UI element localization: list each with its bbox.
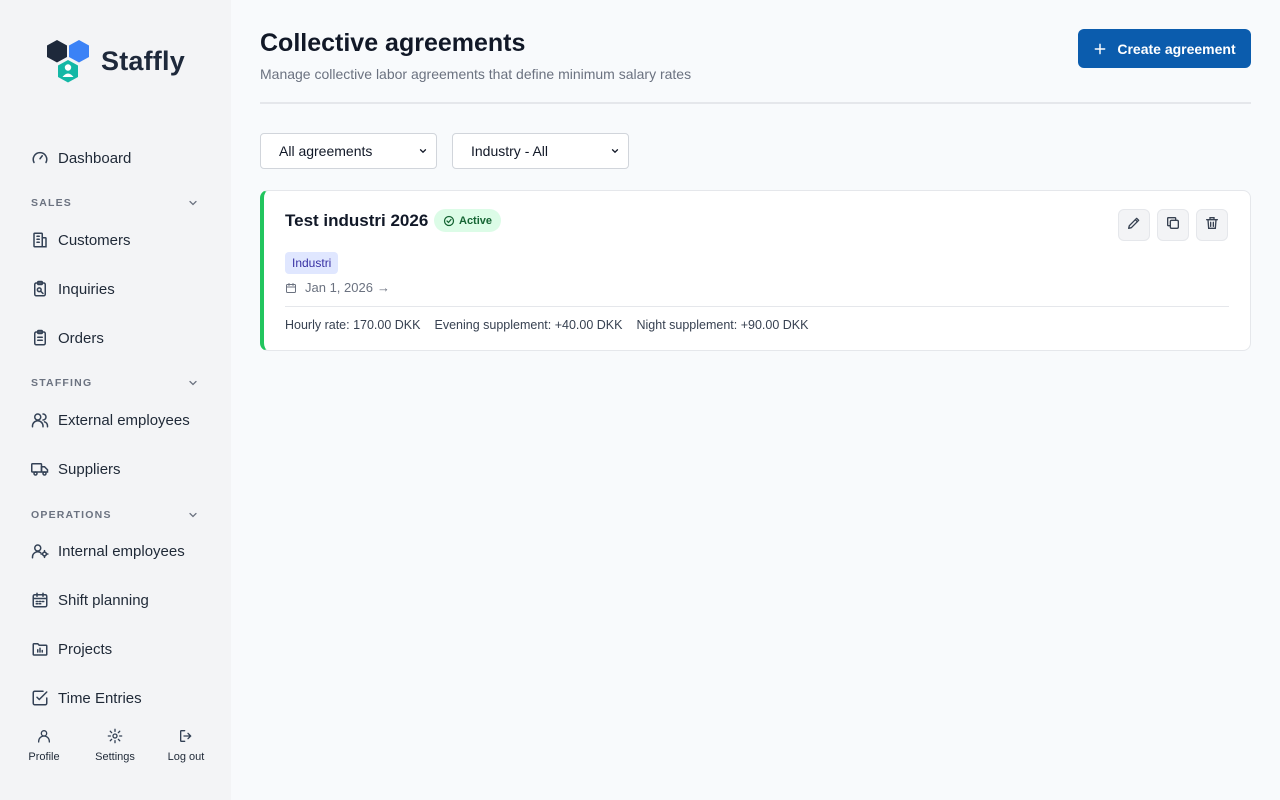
sidebar-item-orders[interactable]: Orders <box>31 326 104 350</box>
sidebar-item-label: Shift planning <box>58 591 149 609</box>
sidebar-item-projects[interactable]: Projects <box>31 637 112 661</box>
edit-button[interactable] <box>1118 209 1150 241</box>
calendar-icon <box>31 591 49 609</box>
section-sales-toggle[interactable]: SALES <box>31 195 199 211</box>
industry-filter-select[interactable]: Industry - All <box>452 133 629 169</box>
section-operations-toggle[interactable]: OPERATIONS <box>31 507 199 523</box>
industry-tag: Industri <box>285 252 339 274</box>
hexagon-logo-icon <box>47 40 89 83</box>
chevron-down-icon <box>187 509 199 521</box>
sidebar-item-shift-planning[interactable]: Shift planning <box>31 588 149 612</box>
user-cog-icon <box>31 542 49 560</box>
sidebar-item-dashboard[interactable]: Dashboard <box>31 146 131 170</box>
logout-icon <box>178 725 194 747</box>
check-square-icon <box>31 689 49 707</box>
card-divider <box>285 306 1229 307</box>
section-title: STAFFING <box>31 377 93 389</box>
sidebar-item-internal-employees[interactable]: Internal employees <box>31 539 185 563</box>
sidebar-item-label: Orders <box>58 329 104 347</box>
hourly-rate: Hourly rate: 170.00 DKK <box>285 318 421 332</box>
sidebar-item-time-entries[interactable]: Time Entries <box>31 686 142 710</box>
truck-icon <box>31 460 49 478</box>
agreement-card[interactable]: Test industri 2026 Active Industri Jan 1… <box>260 190 1251 351</box>
section-title: OPERATIONS <box>31 509 112 521</box>
sidebar-item-label: External employees <box>58 411 190 429</box>
section-staffing-toggle[interactable]: STAFFING <box>31 375 199 391</box>
settings-label: Settings <box>95 751 135 763</box>
chevron-down-icon <box>187 377 199 389</box>
building-icon <box>31 231 49 249</box>
gear-icon <box>107 725 123 747</box>
sidebar-item-label: Suppliers <box>58 460 121 478</box>
logout-label: Log out <box>167 751 205 763</box>
date-range: Jan 1, 2026 → <box>285 280 390 295</box>
chevron-down-icon <box>418 146 428 156</box>
create-agreement-button[interactable]: Create agreement <box>1078 29 1251 68</box>
clipboard-list-icon <box>31 329 49 347</box>
industry-filter-value: Industry - All <box>471 143 549 159</box>
page-title: Collective agreements <box>260 29 526 57</box>
profile-button[interactable]: Profile <box>9 725 79 763</box>
calendar-icon <box>285 282 297 294</box>
status-badge-label: Active <box>459 214 493 227</box>
user-icon <box>36 725 52 747</box>
rates-row: Hourly rate: 170.00 DKK Evening suppleme… <box>285 318 822 332</box>
sidebar: Staffly Dashboard SALES Customers Inquir… <box>0 0 231 800</box>
page-subtitle: Manage collective labor agreements that … <box>260 66 692 82</box>
copy-icon <box>1165 215 1181 236</box>
profile-label: Profile <box>28 751 60 763</box>
trash-icon <box>1204 215 1220 236</box>
app-logo[interactable]: Staffly <box>46 39 185 84</box>
plus-icon <box>1093 42 1107 56</box>
status-filter-value: All agreements <box>279 143 373 159</box>
arrow-right-icon: → <box>376 280 390 295</box>
sidebar-item-inquiries[interactable]: Inquiries <box>31 277 115 301</box>
agreement-name: Test industri 2026 <box>285 211 429 230</box>
sidebar-item-customers[interactable]: Customers <box>31 228 131 252</box>
pencil-icon <box>1126 215 1142 236</box>
evening-supplement: Evening supplement: +40.00 DKK <box>434 318 623 332</box>
logout-button[interactable]: Log out <box>151 725 221 763</box>
status-filter-select[interactable]: All agreements <box>260 133 437 169</box>
sidebar-bottom-actions: Profile Settings Log out <box>0 725 231 775</box>
brand-name: Staffly <box>101 45 185 76</box>
check-circle-icon <box>443 215 455 227</box>
delete-button[interactable] <box>1196 209 1228 241</box>
create-agreement-label: Create agreement <box>1117 40 1236 57</box>
main-content: Collective agreements Manage collective … <box>231 0 1280 800</box>
settings-button[interactable]: Settings <box>80 725 150 763</box>
sidebar-item-label: Time Entries <box>58 689 142 707</box>
sidebar-item-label: Inquiries <box>58 280 115 298</box>
gauge-icon <box>31 149 49 167</box>
status-badge: Active <box>434 209 502 232</box>
chevron-down-icon <box>610 146 620 156</box>
chevron-down-icon <box>187 197 199 209</box>
folder-chart-icon <box>31 640 49 658</box>
sidebar-item-label: Internal employees <box>58 542 185 560</box>
date-range-start: Jan 1, 2026 <box>305 280 373 295</box>
sidebar-item-external-employees[interactable]: External employees <box>31 408 190 432</box>
clipboard-search-icon <box>31 280 49 298</box>
sidebar-item-suppliers[interactable]: Suppliers <box>31 457 121 481</box>
sidebar-item-label: Projects <box>58 640 113 658</box>
header-divider <box>260 102 1251 104</box>
users-icon <box>31 411 49 429</box>
sidebar-item-label: Customers <box>58 231 131 249</box>
duplicate-button[interactable] <box>1157 209 1189 241</box>
section-title: SALES <box>31 197 73 209</box>
sidebar-item-label: Dashboard <box>58 149 132 167</box>
night-supplement: Night supplement: +90.00 DKK <box>636 318 809 332</box>
